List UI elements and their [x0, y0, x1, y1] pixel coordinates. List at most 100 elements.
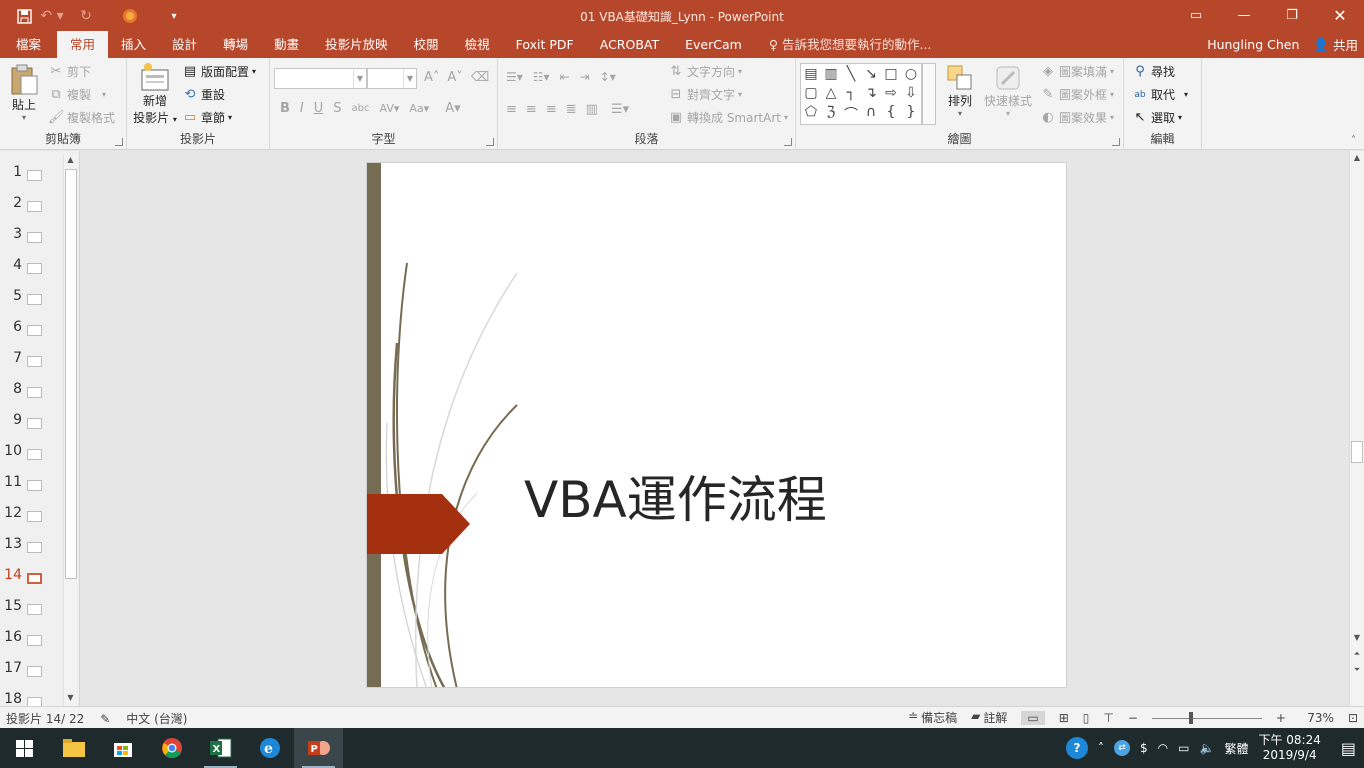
thumbnail-preview[interactable] [27, 263, 42, 274]
thumbnail-slide-16[interactable]: 16 [0, 623, 62, 654]
notification-icon[interactable]: ▤ [1341, 739, 1356, 758]
rounded-rect-shape-icon[interactable]: ▢ [801, 85, 821, 101]
rectangle-shape-icon[interactable]: □ [881, 66, 901, 82]
scroll-down-icon[interactable]: ▼ [64, 693, 77, 706]
font-size-combo[interactable]: ▼ [367, 68, 417, 89]
align-center-icon[interactable]: ≡ [526, 102, 537, 117]
paste-button[interactable]: 貼上 ▾ [6, 64, 42, 122]
zoom-in-icon[interactable]: + [1276, 711, 1286, 725]
tab-design[interactable]: 設計 [159, 31, 210, 58]
align-text-button[interactable]: ⊟ 對齊文字 ▾ [668, 86, 742, 103]
tab-view[interactable]: 檢視 [452, 31, 503, 58]
thumbnail-preview[interactable] [27, 418, 42, 429]
close-button[interactable]: ✕ [1316, 0, 1364, 31]
replace-button[interactable]: ab 取代 ▾ [1132, 86, 1188, 103]
vertical-textbox-shape-icon[interactable]: ▥ [821, 66, 841, 82]
thumbnail-slide-10[interactable]: 10 [0, 437, 62, 468]
thumbnail-slide-4[interactable]: 4 [0, 251, 62, 282]
bold-icon[interactable]: B [280, 101, 290, 116]
editor-scrollbar[interactable]: ▲ ▼ ⏶ ⏷ [1349, 151, 1364, 706]
drawing-launcher-icon[interactable] [1112, 138, 1120, 146]
thumbnail-slide-15[interactable]: 15 [0, 592, 62, 623]
thumbnail-slide-7[interactable]: 7 [0, 344, 62, 375]
current-slide[interactable]: VBA運作流程 [366, 162, 1067, 688]
thumbnail-preview[interactable] [27, 666, 42, 677]
change-case-icon[interactable]: Aa▾ [409, 102, 429, 115]
editor-scroll-thumb[interactable] [1351, 441, 1363, 463]
decrease-indent-icon[interactable]: ⇤ [560, 70, 570, 84]
distribute-icon[interactable]: ▥ [586, 102, 598, 117]
thumbnail-preview[interactable] [27, 542, 42, 553]
numbering-icon[interactable]: ☷▾ [533, 70, 550, 84]
justify-icon[interactable]: ≣ [566, 102, 577, 117]
thumbnail-slide-12[interactable]: 12 [0, 499, 62, 530]
previous-slide-icon[interactable]: ⏶ [1351, 649, 1363, 661]
tab-foxit-pdf[interactable]: Foxit PDF [503, 31, 587, 58]
shapes-gallery[interactable]: ▤ ▥ ╲ ↘ □ ○ ▢ △ ┐ ↴ ⇨ ⇩ ⬠ ℨ ⌒ ∩ { } [800, 63, 922, 125]
system-clock[interactable]: 下午 08:24 2019/9/4 [1258, 733, 1320, 763]
tab-slideshow[interactable]: 投影片放映 [312, 31, 401, 58]
line-shape-icon[interactable]: ╲ [841, 66, 861, 82]
shrink-font-icon[interactable]: A˅ [447, 70, 462, 85]
section-button[interactable]: ▭ 章節 ▾ [182, 109, 232, 126]
find-button[interactable]: ⚲ 尋找 [1132, 63, 1175, 80]
excel-icon[interactable]: X [196, 728, 245, 768]
fit-slide-icon[interactable]: ⊡ [1348, 711, 1358, 725]
thumbnail-scrollbar[interactable]: ▲ ▼ [63, 155, 77, 706]
store-icon[interactable] [98, 728, 147, 768]
tab-insert[interactable]: 插入 [108, 31, 159, 58]
left-brace-shape-icon[interactable]: { [881, 104, 901, 120]
scroll-up-icon[interactable]: ▲ [64, 155, 77, 168]
chrome-icon[interactable] [147, 728, 196, 768]
volume-icon[interactable]: 🔈 [1200, 741, 1215, 755]
help-icon[interactable]: ? [1066, 737, 1089, 759]
spellcheck-icon[interactable]: ✎ [100, 712, 110, 726]
elbow-connector-shape-icon[interactable]: ┐ [841, 85, 861, 101]
thumbnail-slide-3[interactable]: 3 [0, 220, 62, 251]
collapse-ribbon-icon[interactable]: ˄ [1351, 135, 1356, 146]
thumbnail-slide-2[interactable]: 2 [0, 189, 62, 220]
reset-button[interactable]: ⟲ 重設 [182, 86, 225, 103]
thumbnail-slide-9[interactable]: 9 [0, 406, 62, 437]
thumbnail-preview[interactable] [27, 325, 42, 336]
smartart-button[interactable]: ▣ 轉換成 SmartArt ▾ [668, 109, 788, 126]
reading-view-icon[interactable]: ▯ [1083, 711, 1090, 725]
thumbnail-preview[interactable] [27, 511, 42, 522]
thumbnail-slide-11[interactable]: 11 [0, 468, 62, 499]
shape-fill-button[interactable]: ◈ 圖案填滿 ▾ [1040, 63, 1114, 80]
battery-icon[interactable]: ▭ [1178, 741, 1189, 755]
thumbnail-slide-14[interactable]: 14 [0, 561, 62, 592]
edge-icon[interactable]: e [245, 728, 294, 768]
tab-acrobat[interactable]: ACROBAT [587, 31, 672, 58]
shape-effects-button[interactable]: ◐ 圖案效果 ▾ [1040, 109, 1114, 126]
thumbnail-slide-8[interactable]: 8 [0, 375, 62, 406]
slideshow-view-icon[interactable]: ⊤ [1103, 711, 1113, 725]
arrow-line-shape-icon[interactable]: ↘ [861, 66, 881, 82]
grow-font-icon[interactable]: A˄ [424, 70, 439, 85]
thumbnail-preview[interactable] [27, 635, 42, 646]
thumbnail-preview[interactable] [27, 170, 42, 181]
clipboard-launcher-icon[interactable] [115, 138, 123, 146]
zoom-out-icon[interactable]: − [1128, 711, 1138, 725]
layout-button[interactable]: ▤ 版面配置 ▾ [182, 63, 256, 80]
underline-icon[interactable]: U [314, 101, 324, 116]
minimize-button[interactable]: — [1220, 0, 1268, 31]
quick-styles-button[interactable]: 快速樣式 ▾ [982, 64, 1034, 118]
down-arrow-shape-icon[interactable]: ⇩ [901, 85, 921, 101]
powerpoint-icon[interactable]: P [294, 728, 343, 768]
bullets-icon[interactable]: ☰▾ [506, 70, 523, 84]
paragraph-launcher-icon[interactable] [784, 138, 792, 146]
tab-transitions[interactable]: 轉場 [210, 31, 261, 58]
font-launcher-icon[interactable] [486, 138, 494, 146]
thumbnail-preview[interactable] [27, 356, 42, 367]
editor-scroll-up-icon[interactable]: ▲ [1351, 153, 1363, 165]
thumbnail-preview[interactable] [27, 604, 42, 615]
font-name-combo[interactable]: ▼ [274, 68, 367, 89]
slide-sorter-icon[interactable]: ⊞ [1059, 711, 1069, 725]
textbox-shape-icon[interactable]: ▤ [801, 66, 821, 82]
italic-icon[interactable]: I [300, 101, 304, 116]
thumbnail-preview[interactable] [27, 480, 42, 491]
ime-indicator[interactable]: 繁體 [1224, 740, 1248, 757]
notes-button[interactable]: ≐ 備忘稿 [908, 709, 957, 726]
cut-button[interactable]: ✂ 剪下 [48, 63, 91, 80]
